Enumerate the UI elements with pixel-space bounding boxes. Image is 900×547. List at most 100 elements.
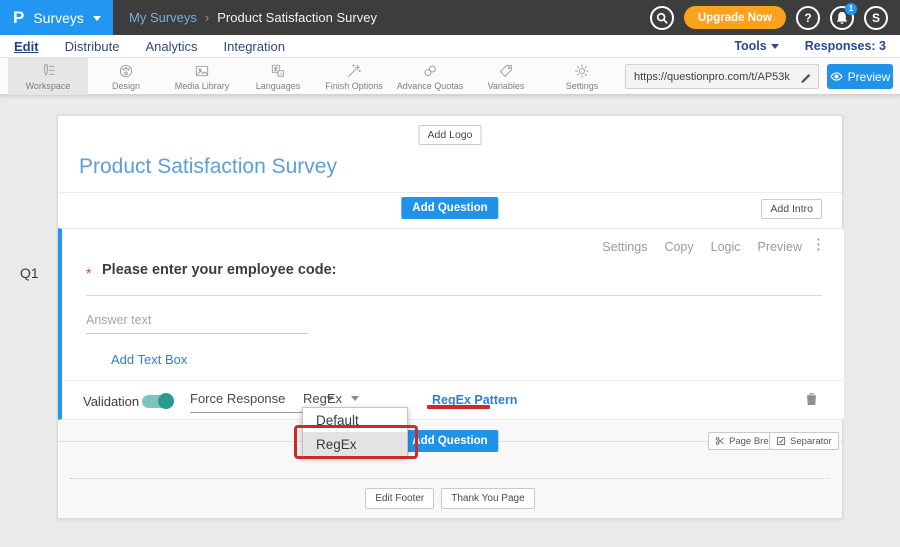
toolbar-item-design[interactable]: Design	[88, 58, 164, 95]
add-logo-button[interactable]: Add Logo	[419, 125, 482, 145]
question-copy-button[interactable]: Copy	[664, 240, 693, 254]
search-icon	[656, 12, 668, 24]
help-button[interactable]: ?	[796, 6, 820, 30]
question-number: Q1	[20, 265, 39, 281]
toolbar-label: Settings	[566, 81, 599, 91]
search-button[interactable]	[650, 6, 674, 30]
chevron-down-icon	[93, 16, 101, 21]
delete-question-button[interactable]	[805, 391, 818, 411]
answer-placeholder[interactable]: Answer text	[86, 313, 151, 327]
question-text-underline	[86, 295, 822, 296]
languages-icon: A	[270, 63, 286, 79]
toolbar-item-settings[interactable]: Settings	[544, 58, 620, 95]
top-bar: P Surveys My Surveys › Product Satisfact…	[0, 0, 900, 35]
finish-options-icon	[346, 63, 362, 79]
separator-button[interactable]: Separator	[769, 432, 839, 450]
toolbar-label: Languages	[256, 81, 301, 91]
footer-buttons: Edit Footer Thank You Page	[58, 488, 842, 509]
toolbar-item-variables[interactable]: Variables	[468, 58, 544, 95]
topbar-actions: Upgrade Now ? 1 S	[650, 6, 900, 30]
add-text-box-link[interactable]: Add Text Box	[111, 352, 187, 367]
survey-nav: Edit Distribute Analytics Integration To…	[0, 35, 900, 58]
validation-type-value: RegEx	[303, 391, 342, 406]
force-response-value: Force Response	[190, 391, 285, 406]
survey-title[interactable]: Product Satisfaction Survey	[79, 155, 337, 179]
tab-integration[interactable]: Integration	[224, 39, 285, 54]
survey-url-input[interactable]	[626, 71, 794, 83]
surveys-product-menu[interactable]: P Surveys	[0, 0, 113, 35]
question-settings-button[interactable]: Settings	[602, 240, 647, 254]
add-intro-button[interactable]: Add Intro	[761, 199, 822, 219]
survey-card: Add Logo Product Satisfaction Survey Add…	[57, 115, 843, 519]
question-toolbar: Settings Copy Logic Preview	[602, 240, 802, 254]
question-block: Settings Copy Logic Preview ⋮ * Please e…	[58, 228, 844, 420]
upgrade-now-button[interactable]: Upgrade Now	[684, 6, 786, 29]
notifications-button[interactable]: 1	[830, 6, 854, 30]
tools-label: Tools	[734, 39, 766, 53]
add-question-button-top[interactable]: Add Question	[401, 197, 498, 219]
add-question-button-bottom[interactable]: Add Question	[401, 430, 498, 452]
tab-analytics[interactable]: Analytics	[145, 39, 197, 54]
tab-edit[interactable]: Edit	[14, 39, 39, 54]
advance-quotas-icon	[422, 63, 438, 79]
survey-link-box	[625, 64, 819, 89]
settings-icon	[574, 63, 590, 79]
annotation-underline	[427, 405, 490, 409]
toolbar-item-workspace[interactable]: Workspace	[8, 58, 88, 95]
tools-menu[interactable]: Tools	[734, 39, 778, 53]
toolbar-label: Finish Options	[325, 81, 383, 91]
breadcrumb-my-surveys[interactable]: My Surveys	[129, 10, 197, 25]
eye-icon	[830, 71, 843, 82]
required-asterisk: *	[86, 265, 91, 281]
product-menu-label: Surveys	[33, 10, 84, 26]
preview-label: Preview	[848, 70, 891, 84]
edit-footer-button[interactable]: Edit Footer	[365, 488, 434, 509]
media-library-icon	[194, 63, 210, 79]
app-window: P Surveys My Surveys › Product Satisfact…	[0, 0, 900, 547]
dropdown-option-regex[interactable]: RegEx	[303, 432, 407, 456]
section-divider	[58, 192, 842, 193]
question-preview-button[interactable]: Preview	[758, 240, 802, 254]
editor-toolbar: Workspace Design Media Library A Languag…	[0, 58, 900, 95]
validation-toggle[interactable]	[142, 395, 174, 408]
question-logic-button[interactable]: Logic	[711, 240, 741, 254]
pencil-icon	[800, 71, 812, 83]
breadcrumb-separator: ›	[205, 10, 209, 25]
validation-row: Validation Force Response RegEx RegEx Pa…	[62, 387, 844, 417]
notification-badge: 1	[845, 3, 857, 15]
toggle-knob	[158, 393, 174, 409]
tab-distribute[interactable]: Distribute	[65, 39, 120, 54]
toolbar-label: Advance Quotas	[397, 81, 464, 91]
questionpro-logo-icon: P	[13, 9, 24, 26]
validation-label: Validation	[83, 394, 139, 409]
toolbar-label: Variables	[488, 81, 525, 91]
trash-icon	[805, 391, 818, 406]
more-options-icon[interactable]: ⋮	[811, 237, 826, 252]
toolbar-item-advance-quotas[interactable]: Advance Quotas	[392, 58, 468, 95]
toolbar-item-finish-options[interactable]: Finish Options	[316, 58, 392, 95]
toolbar-label: Design	[112, 81, 140, 91]
validation-divider	[62, 380, 844, 381]
thank-you-page-button[interactable]: Thank You Page	[441, 488, 534, 509]
design-icon	[118, 63, 134, 79]
toolbar-label: Workspace	[26, 81, 71, 91]
checkbox-icon	[776, 436, 786, 446]
preview-button[interactable]: Preview	[827, 64, 893, 89]
toolbar-label: Media Library	[175, 81, 230, 91]
edit-url-button[interactable]	[794, 65, 818, 88]
scissors-icon	[715, 436, 725, 446]
answer-underline	[86, 333, 308, 334]
separator-label: Separator	[790, 436, 832, 447]
chevron-down-icon	[351, 396, 359, 401]
footer-divider	[70, 478, 830, 479]
toolbar-item-media-library[interactable]: Media Library	[164, 58, 240, 95]
help-icon: ?	[804, 11, 811, 25]
avatar[interactable]: S	[864, 6, 888, 30]
toolbar-item-languages[interactable]: A Languages	[240, 58, 316, 95]
dropdown-option-default[interactable]: Default	[303, 408, 407, 432]
breadcrumb-current-survey: Product Satisfaction Survey	[217, 10, 377, 25]
question-text[interactable]: Please enter your employee code:	[102, 262, 337, 278]
breadcrumb: My Surveys › Product Satisfaction Survey	[129, 10, 377, 25]
workspace-icon	[40, 63, 56, 79]
responses-count[interactable]: Responses: 3	[805, 39, 886, 53]
